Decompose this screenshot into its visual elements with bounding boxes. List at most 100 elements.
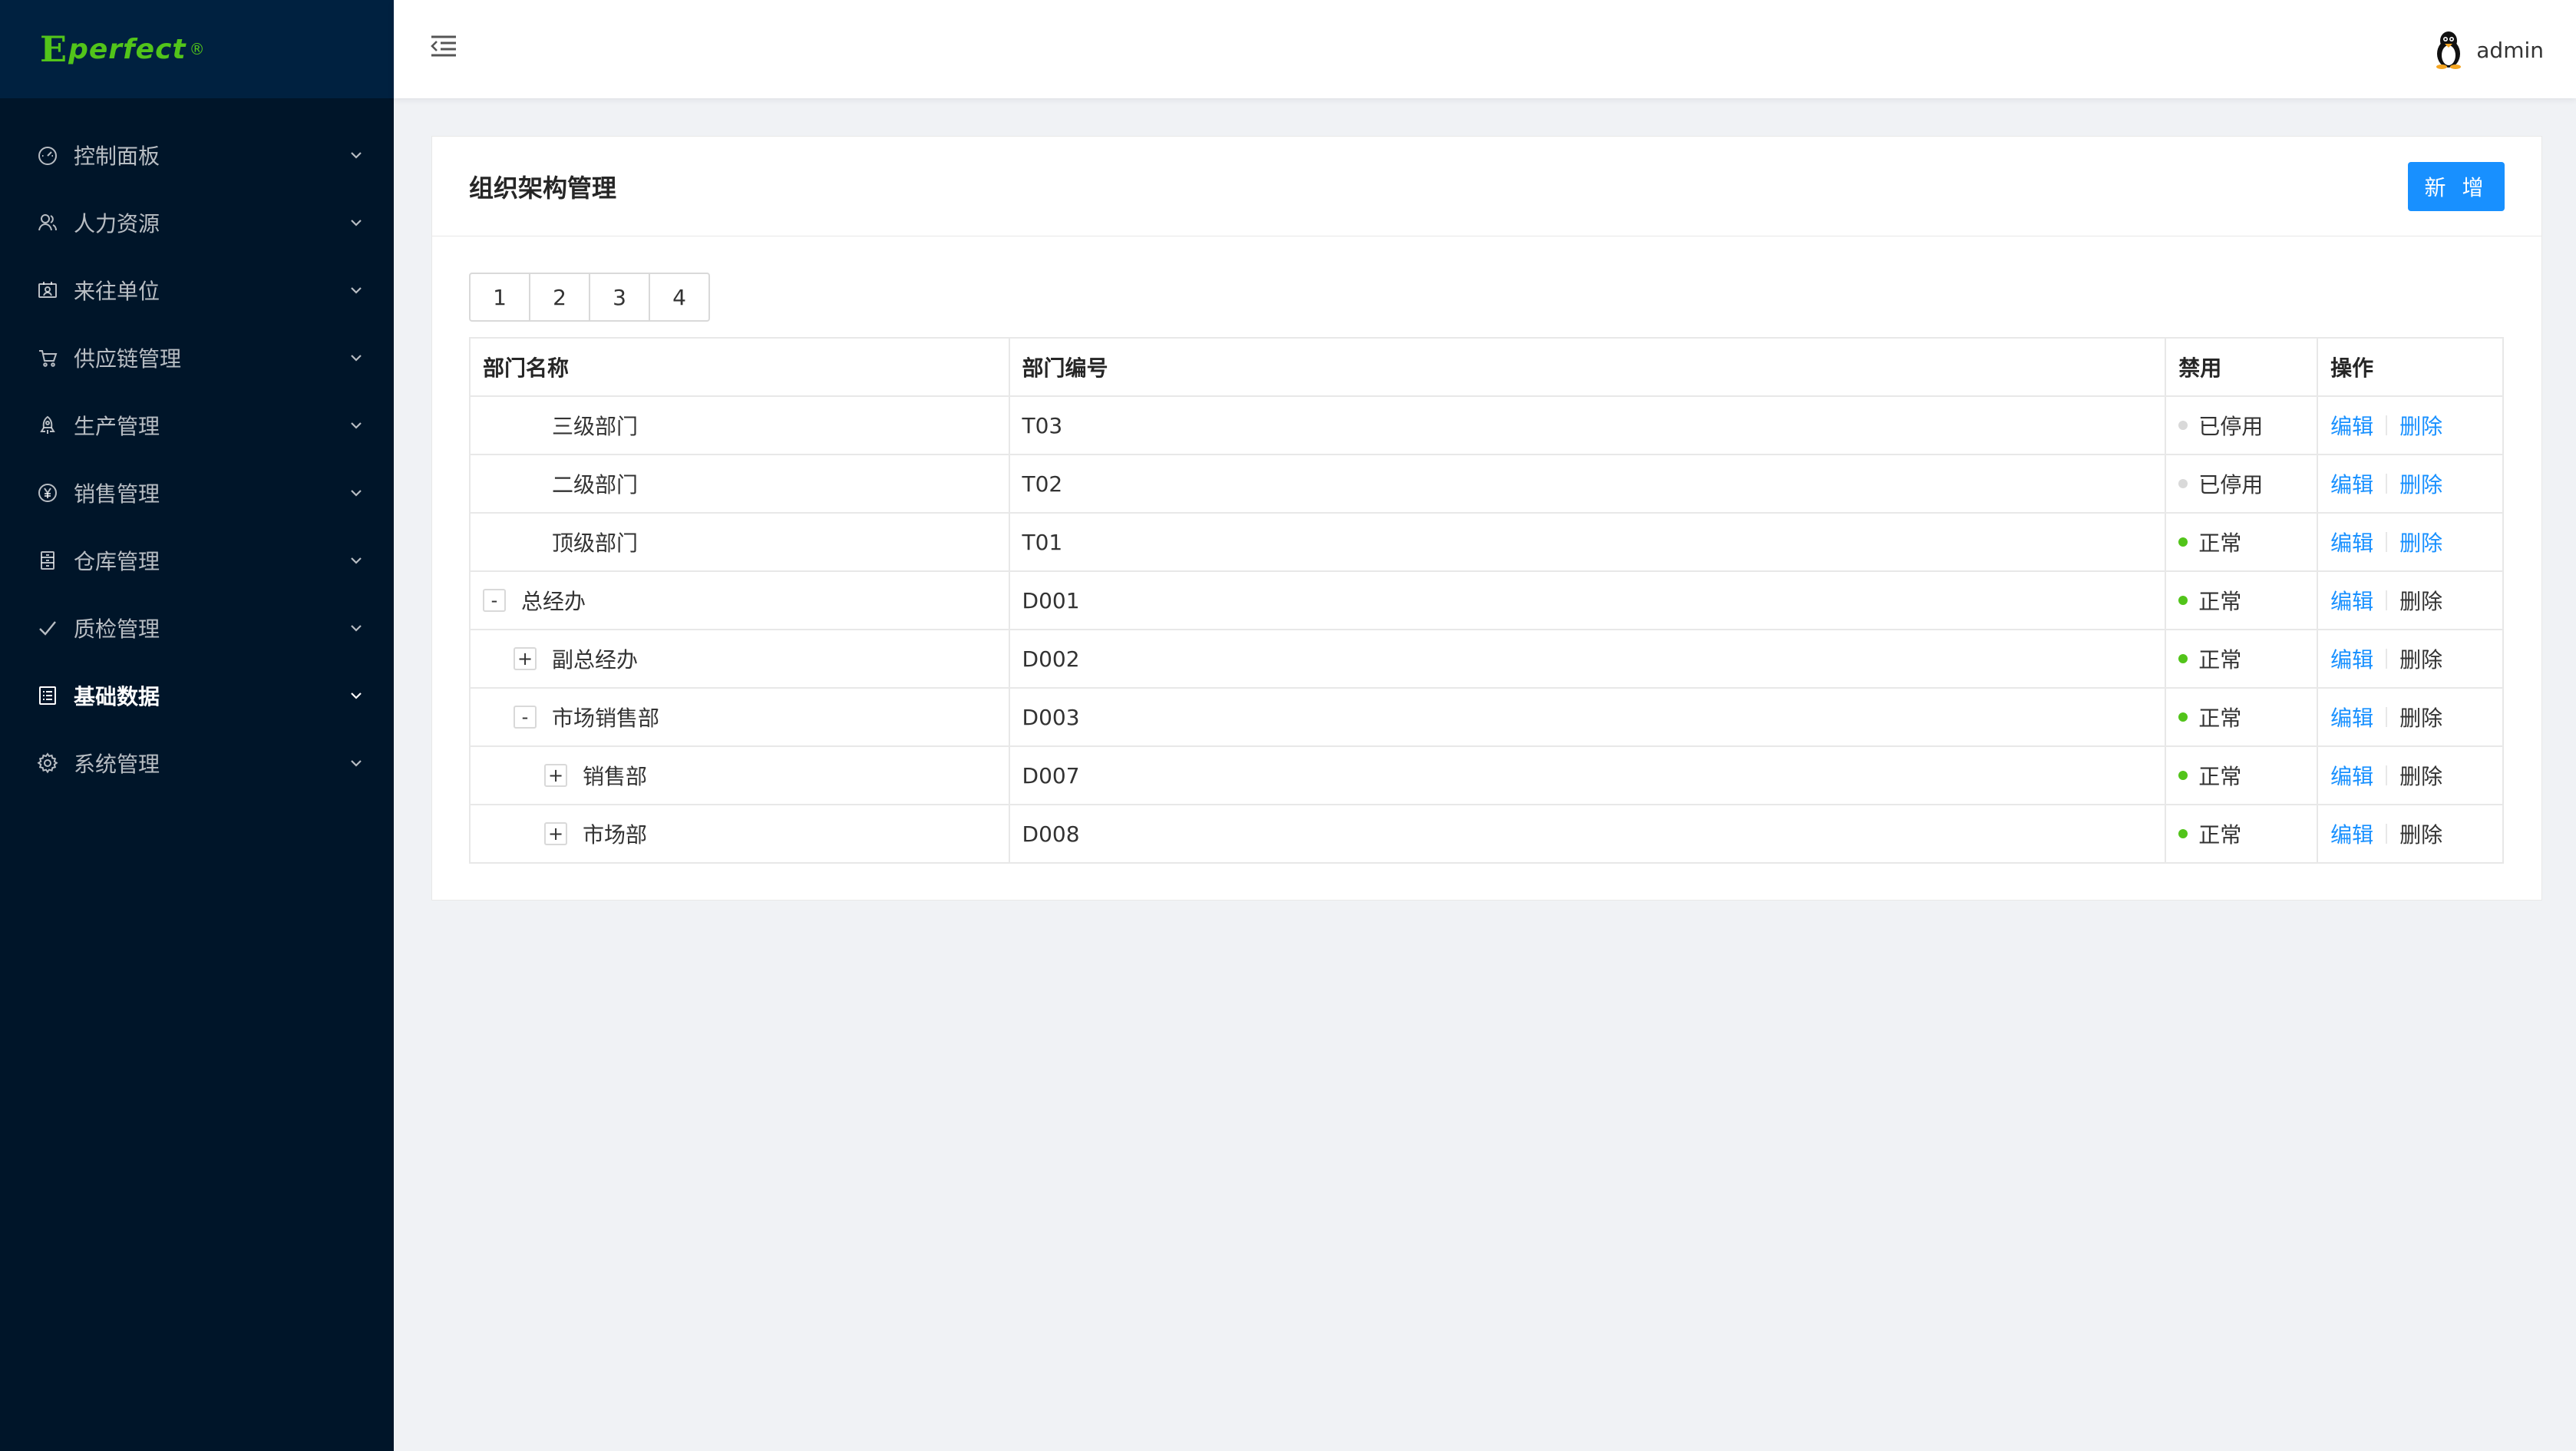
- sidebar-item-yen[interactable]: 销售管理: [0, 459, 394, 527]
- status-text: 正常: [2198, 589, 2242, 614]
- sidebar-item-label: 来往单位: [74, 279, 160, 304]
- card-header: 组织架构管理 新 增: [432, 137, 2541, 236]
- sidebar-item-check[interactable]: 质检管理: [0, 594, 394, 662]
- level-button-1[interactable]: 1: [469, 273, 530, 322]
- data-list-icon: [37, 685, 58, 706]
- chevron-down-icon: [348, 484, 365, 501]
- edit-link[interactable]: 编辑: [2330, 760, 2373, 791]
- collapse-icon[interactable]: -: [483, 589, 506, 612]
- expand-icon[interactable]: +: [544, 764, 567, 787]
- expand-icon[interactable]: +: [544, 822, 567, 845]
- sidebar-item-cart[interactable]: 供应链管理: [0, 324, 394, 392]
- dept-name: 市场部: [583, 822, 648, 848]
- dept-name: 总经办: [521, 589, 586, 614]
- status-cell: 正常: [2165, 570, 2319, 630]
- chevron-down-icon: [348, 417, 365, 434]
- status-text: 已停用: [2198, 414, 2264, 439]
- edit-link[interactable]: 编辑: [2330, 585, 2373, 616]
- status-dot: [2178, 421, 2188, 430]
- contact-card-icon: [37, 279, 58, 301]
- level-button-3[interactable]: 3: [589, 273, 650, 322]
- delete-link[interactable]: 删除: [2399, 760, 2442, 791]
- delete-link[interactable]: 删除: [2399, 410, 2442, 441]
- sidebar-item-rocket[interactable]: 生产管理: [0, 392, 394, 459]
- status-text: 正常: [2198, 764, 2242, 789]
- chevron-down-icon: [348, 349, 365, 366]
- sidebar-item-dashboard[interactable]: 控制面板: [0, 121, 394, 189]
- sidebar-item-people[interactable]: 人力资源: [0, 189, 394, 256]
- edit-link[interactable]: 编辑: [2330, 643, 2373, 674]
- delete-link[interactable]: 删除: [2399, 585, 2442, 616]
- dept-name-cell: - 总经办: [469, 570, 1010, 630]
- gear-icon: [37, 752, 58, 774]
- menu-fold-icon[interactable]: [428, 31, 459, 61]
- people-icon: [37, 212, 58, 233]
- status-dot: [2178, 712, 2188, 722]
- sidebar-item-label: 系统管理: [74, 752, 160, 777]
- edit-link[interactable]: 编辑: [2330, 527, 2373, 557]
- dept-name: 副总经办: [552, 647, 639, 673]
- chevron-down-icon: [348, 755, 365, 772]
- dept-code-cell: T01: [1008, 512, 2167, 572]
- actions-cell: 编辑 删除: [2317, 804, 2504, 864]
- warehouse-icon: [37, 550, 58, 571]
- action-divider: [2386, 649, 2388, 669]
- dept-name: 市场销售部: [552, 706, 660, 731]
- status-cell: 已停用: [2165, 395, 2319, 455]
- action-divider: [2386, 532, 2388, 552]
- delete-link[interactable]: 删除: [2399, 818, 2442, 849]
- sidebar-item-gear[interactable]: 系统管理: [0, 729, 394, 797]
- edit-link[interactable]: 编辑: [2330, 818, 2373, 849]
- dept-code-cell: T03: [1008, 395, 2167, 455]
- status-cell: 正常: [2165, 745, 2319, 805]
- expand-icon[interactable]: +: [514, 647, 537, 670]
- level-button-2[interactable]: 2: [529, 273, 590, 322]
- dept-name-cell: + 销售部: [469, 745, 1010, 805]
- user-menu[interactable]: admin: [2432, 31, 2544, 69]
- status-dot: [2178, 537, 2188, 547]
- sidebar-item-label: 人力资源: [74, 211, 160, 236]
- sidebar: E perfect ® 控制面板人力资源来往单位供应链管理 生产管理 销售管理仓库管…: [0, 0, 394, 1451]
- actions-cell: 编辑 删除: [2317, 570, 2504, 630]
- yen-icon: [37, 482, 58, 504]
- table-row: - 市场销售部 D003 正常 编辑 删除: [469, 687, 2504, 747]
- table-row: + 副总经办 D002 正常 编辑 删除: [469, 629, 2504, 689]
- dept-name-cell: + 市场部: [469, 804, 1010, 864]
- dept-name-cell: 二级部门: [469, 454, 1010, 514]
- dept-code-cell: D001: [1008, 570, 2167, 630]
- table-row: 三级部门 T03 已停用 编辑 删除: [469, 395, 2504, 455]
- header-dept-code: 部门编号: [1008, 337, 2167, 397]
- delete-link[interactable]: 删除: [2399, 527, 2442, 557]
- edit-link[interactable]: 编辑: [2330, 702, 2373, 732]
- delete-link[interactable]: 删除: [2399, 468, 2442, 499]
- top-header: admin: [394, 0, 2576, 98]
- header-disabled: 禁用: [2165, 337, 2319, 397]
- header-actions: 操作: [2317, 337, 2504, 397]
- app-logo[interactable]: E perfect ®: [0, 0, 394, 98]
- actions-cell: 编辑 删除: [2317, 395, 2504, 455]
- chevron-down-icon: [348, 620, 365, 636]
- sidebar-item-data-list[interactable]: 基础数据: [0, 662, 394, 729]
- status-cell: 正常: [2165, 804, 2319, 864]
- table-row: + 市场部 D008 正常 编辑 删除: [469, 804, 2504, 864]
- logo-mark: E: [40, 28, 67, 70]
- sidebar-item-label: 仓库管理: [74, 549, 160, 574]
- table-row: + 销售部 D007 正常 编辑 删除: [469, 745, 2504, 805]
- dept-name: 三级部门: [552, 414, 639, 439]
- collapse-icon[interactable]: -: [514, 706, 537, 729]
- status-cell: 正常: [2165, 629, 2319, 689]
- level-button-4[interactable]: 4: [649, 273, 710, 322]
- dept-name: 销售部: [583, 764, 648, 789]
- sidebar-item-contact-card[interactable]: 来往单位: [0, 256, 394, 324]
- action-divider: [2386, 415, 2388, 435]
- delete-link[interactable]: 删除: [2399, 643, 2442, 674]
- actions-cell: 编辑 删除: [2317, 454, 2504, 514]
- status-text: 已停用: [2198, 472, 2264, 497]
- add-button[interactable]: 新 增: [2408, 161, 2505, 211]
- edit-link[interactable]: 编辑: [2330, 410, 2373, 441]
- delete-link[interactable]: 删除: [2399, 702, 2442, 732]
- sidebar-item-warehouse[interactable]: 仓库管理: [0, 527, 394, 594]
- edit-link[interactable]: 编辑: [2330, 468, 2373, 499]
- dept-code-cell: D002: [1008, 629, 2167, 689]
